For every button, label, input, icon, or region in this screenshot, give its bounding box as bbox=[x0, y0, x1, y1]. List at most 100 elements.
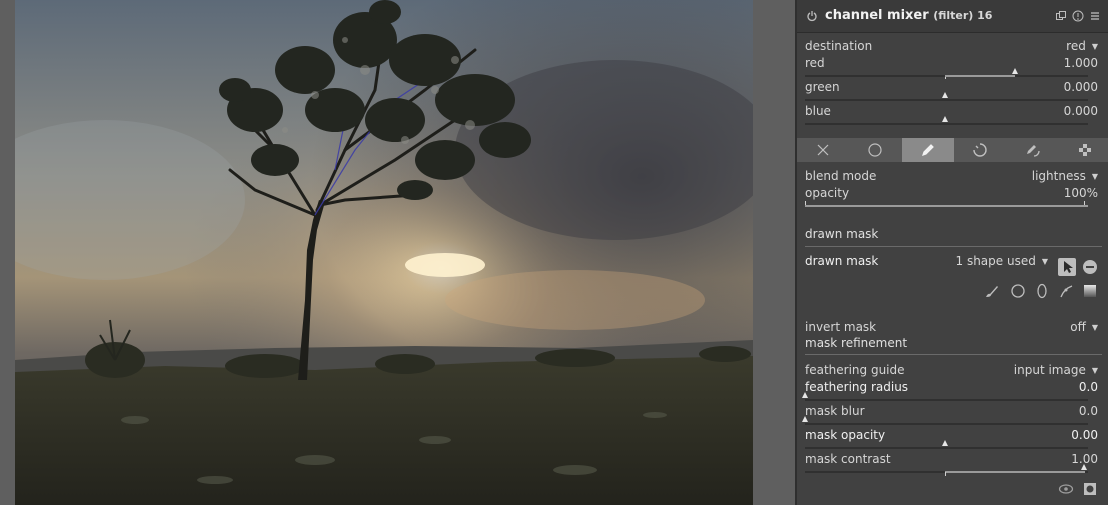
feathering-radius-track[interactable] bbox=[802, 392, 1088, 401]
red-slider-thumb[interactable] bbox=[1012, 68, 1018, 74]
drawn-mask-label: drawn mask bbox=[805, 254, 879, 268]
eye-icon bbox=[1058, 484, 1074, 494]
remove-shapes-button[interactable] bbox=[1082, 259, 1098, 275]
mask-blur-value: 0.0 bbox=[1078, 404, 1098, 418]
dropdown-caret-icon: ▼ bbox=[1091, 323, 1098, 332]
module-panel: channel mixer (filter) 16 destination re… bbox=[797, 0, 1108, 505]
mask-opacity-thumb[interactable] bbox=[942, 440, 948, 446]
red-value: 1.000 bbox=[1063, 56, 1098, 70]
blend-mode-value: lightness bbox=[1031, 169, 1086, 183]
circle-shape-button[interactable] bbox=[1010, 283, 1026, 299]
destination-value: red bbox=[1066, 39, 1086, 53]
invert-mask-label: invert mask bbox=[805, 320, 877, 334]
module-header[interactable]: channel mixer (filter) 16 bbox=[797, 0, 1108, 33]
slider-center-tick bbox=[945, 472, 946, 476]
feathering-radius-label: feathering radius bbox=[805, 380, 909, 394]
circle-icon bbox=[1011, 284, 1025, 298]
feathering-radius-value: 0.0 bbox=[1078, 380, 1098, 394]
mask-opacity-value: 0.00 bbox=[1071, 428, 1098, 442]
tab-drawn-mask[interactable] bbox=[902, 138, 954, 162]
green-slider[interactable]: green 0.000 bbox=[805, 79, 1098, 95]
dropdown-caret-icon: ▼ bbox=[1091, 42, 1098, 51]
tab-uniformly[interactable] bbox=[849, 138, 901, 162]
presets-icon[interactable] bbox=[1055, 10, 1067, 22]
path-shape-button[interactable] bbox=[1058, 283, 1074, 299]
edit-shapes-button[interactable] bbox=[1058, 258, 1076, 276]
mask-refinement-section-title: mask refinement bbox=[805, 336, 908, 350]
invert-mask-value: off bbox=[1070, 320, 1086, 334]
photo-image bbox=[15, 0, 753, 505]
opacity-slider[interactable]: opacity 100% bbox=[805, 185, 1098, 201]
gradient-shape-button[interactable] bbox=[1082, 283, 1098, 299]
feathering-guide-combobox[interactable]: feathering guide input image ▼ bbox=[805, 362, 1098, 378]
raster-mask-icon bbox=[1079, 144, 1091, 156]
gradient-icon bbox=[1084, 285, 1096, 297]
ellipse-shape-button[interactable] bbox=[1034, 283, 1050, 299]
parametric-mask-icon bbox=[973, 143, 987, 157]
dropdown-caret-icon: ▼ bbox=[1091, 172, 1098, 181]
module-title: channel mixer (filter) 16 bbox=[825, 8, 992, 23]
blend-mode-combobox[interactable]: blend mode lightness ▼ bbox=[805, 168, 1098, 184]
drawn-parametric-icon bbox=[1027, 145, 1040, 157]
path-icon bbox=[1060, 285, 1073, 298]
red-label: red bbox=[805, 56, 825, 70]
green-label: green bbox=[805, 80, 840, 94]
blue-value: 0.000 bbox=[1063, 104, 1098, 118]
mask-opacity-track[interactable] bbox=[805, 440, 1088, 449]
drawn-mask-row[interactable]: drawn mask 1 shape used ▼ bbox=[805, 253, 1048, 269]
red-slider-fill bbox=[945, 75, 1015, 77]
mask-contrast-slider[interactable]: mask contrast 1.00 bbox=[805, 451, 1098, 467]
blue-slider-thumb[interactable] bbox=[942, 116, 948, 122]
blue-slider-track[interactable] bbox=[805, 116, 1088, 125]
mask-blur-thumb[interactable] bbox=[802, 416, 808, 422]
feathering-radius-thumb[interactable] bbox=[802, 392, 808, 398]
module-name: channel mixer bbox=[825, 8, 929, 23]
section-divider bbox=[805, 246, 1102, 247]
module-instance: (filter) 16 bbox=[933, 9, 993, 22]
mask-contrast-track[interactable] bbox=[805, 464, 1088, 476]
tab-off[interactable] bbox=[797, 138, 849, 162]
mask-blur-track[interactable] bbox=[802, 416, 1088, 425]
green-slider-track[interactable] bbox=[805, 92, 1088, 101]
destination-combobox[interactable]: destination red ▼ bbox=[805, 38, 1098, 54]
image-canvas[interactable] bbox=[0, 0, 795, 505]
mask-opacity-label: mask opacity bbox=[805, 428, 886, 442]
invert-mask-combobox[interactable]: invert mask off ▼ bbox=[805, 319, 1098, 335]
tab-drawn-parametric[interactable] bbox=[1007, 138, 1059, 162]
drawn-mask-section-title: drawn mask bbox=[805, 227, 879, 241]
red-slider[interactable]: red 1.000 bbox=[805, 55, 1098, 71]
dropdown-caret-icon: ▼ bbox=[1091, 366, 1098, 375]
mask-display-icon bbox=[1084, 483, 1096, 495]
mask-contrast-thumb[interactable] bbox=[1081, 464, 1087, 470]
feathering-guide-label: feathering guide bbox=[805, 363, 905, 377]
blue-slider[interactable]: blue 0.000 bbox=[805, 103, 1098, 119]
green-slider-thumb[interactable] bbox=[942, 92, 948, 98]
feathering-radius-slider[interactable]: feathering radius 0.0 bbox=[805, 379, 1098, 395]
tab-parametric-mask[interactable] bbox=[954, 138, 1006, 162]
opacity-slider-track[interactable] bbox=[805, 201, 1088, 207]
blend-mode-tabs bbox=[797, 138, 1108, 162]
menu-icon[interactable] bbox=[1089, 10, 1101, 22]
shapes-used-value: 1 shape used bbox=[955, 254, 1036, 268]
dropdown-caret-icon: ▼ bbox=[1041, 257, 1048, 266]
feathering-guide-value: input image bbox=[1013, 363, 1086, 377]
uniformly-icon bbox=[868, 143, 882, 157]
brush-shape-button[interactable] bbox=[984, 283, 1000, 299]
mask-contrast-label: mask contrast bbox=[805, 452, 891, 466]
opacity-label: opacity bbox=[805, 186, 850, 200]
tab-raster-mask[interactable] bbox=[1059, 138, 1108, 162]
destination-label: destination bbox=[805, 39, 873, 53]
section-divider bbox=[805, 354, 1102, 355]
display-mask-toggle[interactable] bbox=[1058, 481, 1074, 497]
reset-icon[interactable] bbox=[1072, 10, 1084, 22]
mask-blur-slider[interactable]: mask blur 0.0 bbox=[805, 403, 1098, 419]
mask-opacity-slider[interactable]: mask opacity 0.00 bbox=[805, 427, 1098, 443]
red-slider-track[interactable] bbox=[805, 68, 1088, 79]
photo-preview[interactable] bbox=[15, 0, 753, 505]
slider-max-tick bbox=[1084, 201, 1085, 205]
power-icon[interactable] bbox=[806, 10, 818, 22]
green-value: 0.000 bbox=[1063, 80, 1098, 94]
pointer-icon bbox=[1064, 261, 1073, 273]
display-channel-toggle[interactable] bbox=[1082, 481, 1098, 497]
blend-mode-label: blend mode bbox=[805, 169, 877, 183]
